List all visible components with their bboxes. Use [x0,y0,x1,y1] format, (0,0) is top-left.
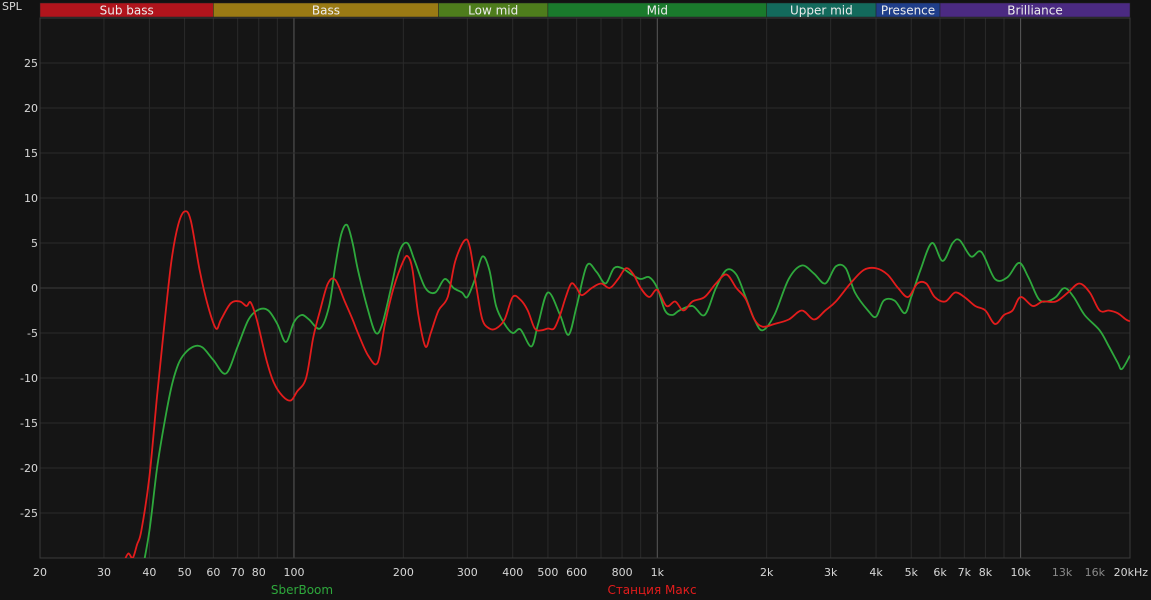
y-tick-label: 10 [24,192,38,205]
legend-sberboom: SberBoom [271,583,333,597]
y-tick-label: -15 [20,417,38,430]
frequency-bands: Sub bass Bass Low mid Mid Upper mid Presence B… [39,2,1131,18]
x-tick-label: 300 [457,566,478,579]
frequency-response-chart: Sub bass Bass Low mid Mid Upper mid Presence B… [0,0,1151,600]
x-tick-label: 500 [537,566,558,579]
band-label: Presence [881,4,935,18]
y-tick-label: -5 [27,327,38,340]
x-tick-label: 100 [283,566,304,579]
y-tick-label: -25 [20,507,38,520]
x-tick-label: 3k [824,566,838,579]
y-tick-label: 15 [24,147,38,160]
y-tick-label: -20 [20,462,38,475]
x-tick-label: 5k [905,566,919,579]
y-tick-label: -10 [20,372,38,385]
y-tick-label: 20 [24,102,38,115]
y-tick-label: 0 [31,282,38,295]
x-tick-label: 60 [206,566,220,579]
x-tick-label: 8k [979,566,993,579]
y-tick-label: 5 [31,237,38,250]
x-tick-label: 200 [393,566,414,579]
x-tick-label: 400 [502,566,523,579]
x-tick-label: 40 [142,566,156,579]
x-tick-label: 10k [1010,566,1031,579]
x-tick-label: 70 [231,566,245,579]
x-tick-label: 1k [651,566,665,579]
y-tick-label: 25 [24,57,38,70]
x-tick-label: 13k [1052,566,1073,579]
band-label: Upper mid [790,4,853,18]
band-label: Brilliance [1007,4,1062,18]
band-label: Mid [647,4,668,18]
x-tick-label: 7k [958,566,972,579]
x-tick-label: 30 [97,566,111,579]
band-label: Low mid [468,4,518,18]
x-tick-label: 20kHz [1114,566,1149,579]
x-tick-label: 20 [33,566,47,579]
x-tick-label: 2k [760,566,774,579]
x-tick-label: 6k [933,566,947,579]
x-tick-label: 4k [869,566,883,579]
x-tick-label: 800 [612,566,633,579]
x-tick-label: 16k [1085,566,1106,579]
x-tick-label: 50 [178,566,192,579]
x-tick-label: 600 [566,566,587,579]
y-axis-label: SPL [2,0,23,13]
x-tick-label: 80 [252,566,266,579]
band-label: Bass [312,4,340,18]
legend-stanciya-maks-label: Станция Макс [607,583,697,597]
legend-stanciya-maks: Станция Макс [607,583,696,597]
band-label: Sub bass [100,4,154,18]
legend-sberboom-label: SberBoom [270,583,334,597]
